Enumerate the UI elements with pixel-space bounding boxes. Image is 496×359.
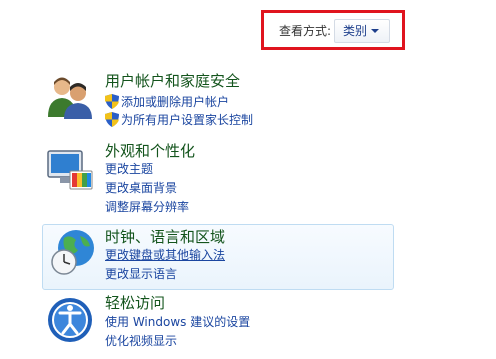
view-by-label: 查看方式: — [279, 24, 332, 38]
link-parental-controls[interactable]: 为所有用户设置家长控制 — [121, 113, 253, 128]
link-change-background[interactable]: 更改桌面背景 — [105, 181, 177, 196]
category-title-ease-of-access[interactable]: 轻松访问 — [105, 294, 165, 312]
link-change-theme[interactable]: 更改主题 — [105, 162, 153, 177]
link-change-input-methods[interactable]: 更改键盘或其他输入法 — [105, 248, 225, 263]
clock-globe-icon[interactable] — [50, 228, 98, 276]
link-optimize-display[interactable]: 优化视频显示 — [105, 334, 177, 349]
category-title-clock-region[interactable]: 时钟、语言和区域 — [105, 228, 225, 246]
ease-of-access-icon[interactable] — [46, 296, 94, 344]
view-by-dropdown[interactable]: 类别 — [334, 19, 390, 43]
chevron-down-icon — [371, 29, 379, 33]
link-add-remove-accounts[interactable]: 添加或删除用户帐户 — [121, 95, 229, 110]
view-by-value: 类别 — [343, 24, 368, 38]
users-icon[interactable] — [46, 73, 94, 121]
category-title-appearance[interactable]: 外观和个性化 — [105, 142, 195, 160]
uac-shield-icon — [105, 94, 119, 109]
link-change-display-language[interactable]: 更改显示语言 — [105, 267, 177, 282]
category-title-user-accounts[interactable]: 用户帐户和家庭安全 — [105, 72, 240, 90]
personalization-icon[interactable] — [46, 145, 94, 193]
uac-shield-icon — [105, 112, 119, 127]
link-recommended-settings[interactable]: 使用 Windows 建议的设置 — [105, 315, 250, 330]
link-screen-resolution[interactable]: 调整屏幕分辨率 — [105, 200, 189, 215]
